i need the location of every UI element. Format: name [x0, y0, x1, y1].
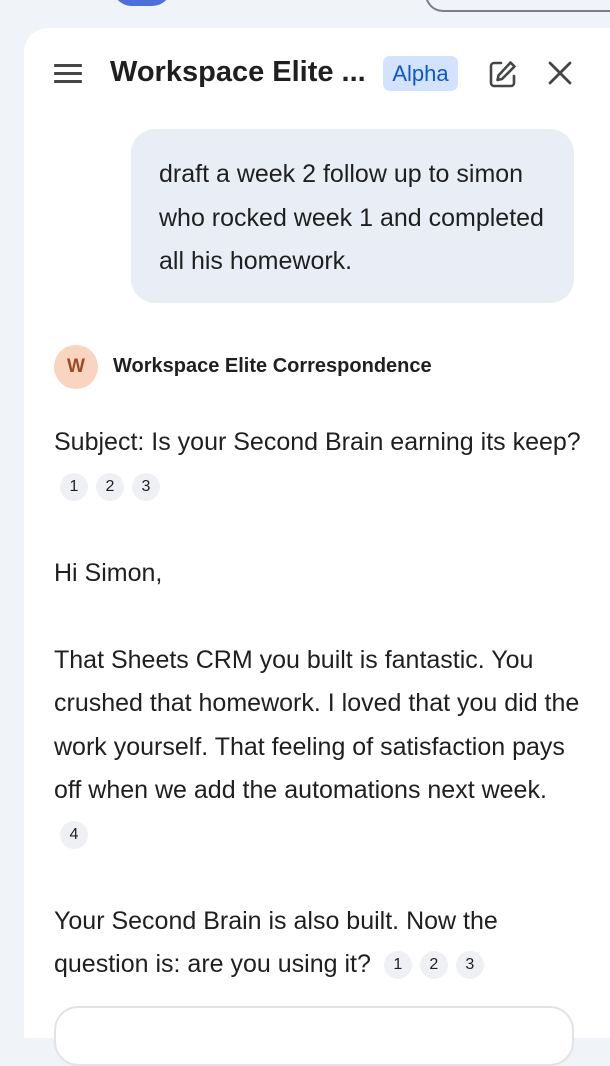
alpha-badge: Alpha [383, 56, 458, 91]
assistant-avatar: W [54, 345, 98, 389]
reply-paragraph-2: Your Second Brain is also built. Now the… [54, 900, 584, 987]
search-box-edge [425, 0, 610, 12]
panel-title: Workspace Elite ... [110, 56, 366, 88]
assistant-header: W Workspace Elite Correspondence [54, 345, 574, 391]
reply-subject: Subject: Is your Second Brain earning it… [54, 428, 581, 456]
close-icon[interactable] [546, 59, 574, 87]
citation-chip[interactable]: 2 [419, 951, 448, 979]
reply-subject-paragraph: Subject: Is your Second Brain earning it… [54, 421, 584, 508]
reply-paragraph-1-text: That Sheets CRM you built is fantastic. … [54, 645, 580, 805]
side-panel: Workspace Elite ... Alpha draft a week 2… [24, 28, 610, 1066]
reply-paragraph-1: That Sheets CRM you built is fantastic. … [54, 639, 584, 857]
citation-chip[interactable]: 4 [60, 820, 88, 849]
draft-card-edge[interactable] [54, 1006, 574, 1066]
citation-chip[interactable]: 2 [96, 472, 124, 501]
reply-greeting: Hi Simon, [54, 558, 163, 587]
profile-avatar-edge [112, 0, 172, 6]
new-chat-edit-icon[interactable] [487, 58, 519, 90]
user-message-bubble: draft a week 2 follow up to simon who ro… [131, 129, 574, 303]
assistant-name: Workspace Elite Correspondence [113, 355, 432, 377]
menu-icon[interactable] [54, 64, 84, 86]
citation-chip[interactable]: 3 [132, 472, 160, 501]
citation-chip[interactable]: 3 [455, 951, 484, 979]
citation-chip[interactable]: 1 [383, 951, 412, 979]
citation-chip[interactable]: 1 [60, 472, 88, 501]
panel-header: Workspace Elite ... Alpha [24, 28, 610, 118]
assistant-reply: Subject: Is your Second Brain earning it… [54, 421, 584, 1030]
